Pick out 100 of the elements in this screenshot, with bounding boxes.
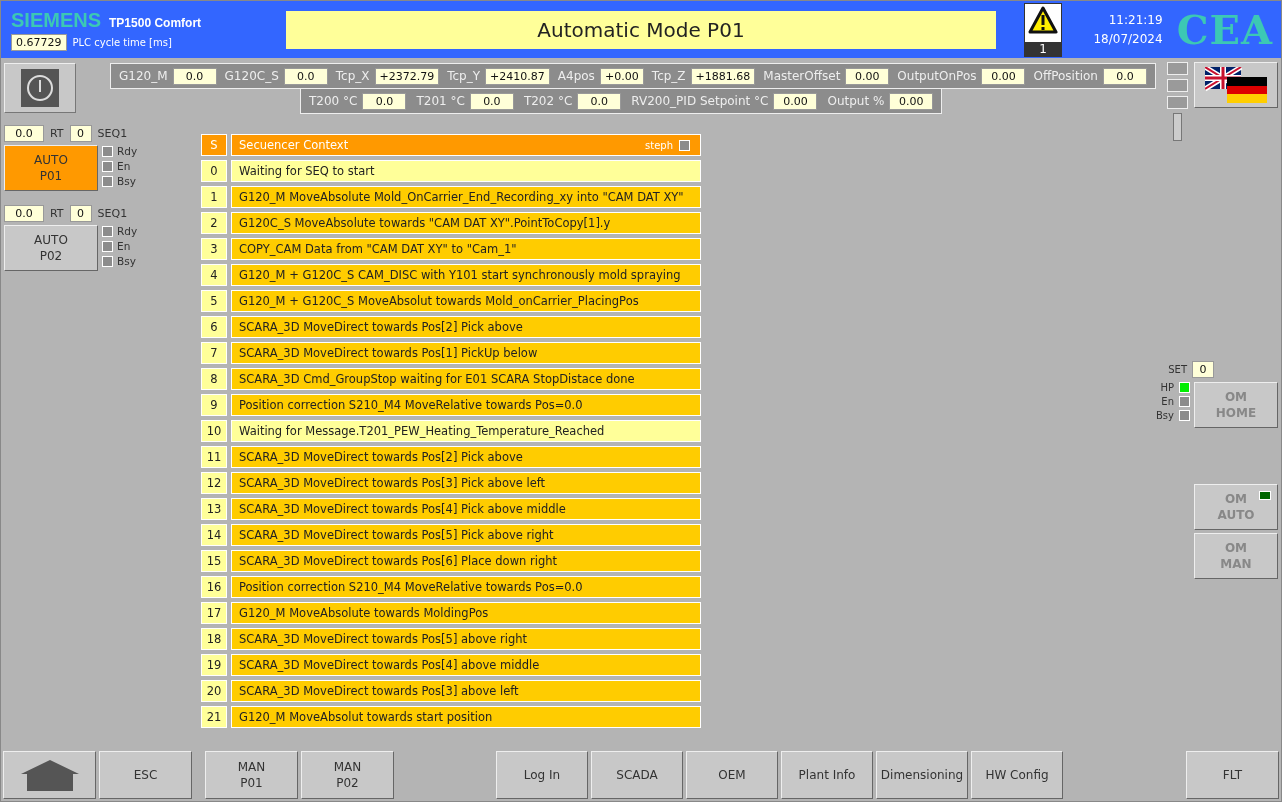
step-number: 1: [201, 186, 227, 208]
parameter-value: 0.00: [889, 92, 934, 110]
parameter-label: G120C_S: [224, 69, 279, 83]
nav-button[interactable]: Plant Info: [781, 751, 873, 799]
parameter-value: 0.00: [773, 92, 818, 110]
step-number: 5: [201, 290, 227, 312]
parameter-value: +2410.87: [485, 67, 550, 85]
nav-button[interactable]: ESC: [99, 751, 192, 799]
panel-model: TP1500 Comfort: [109, 15, 202, 30]
step-description: SCARA_3D MoveDirect towards Pos[4] above middle: [231, 654, 701, 676]
scroll-thumb[interactable]: [1173, 113, 1182, 141]
step-number: 10: [201, 420, 227, 442]
parameter-label: T200 °C: [309, 94, 358, 108]
step-number: 15: [201, 550, 227, 572]
alarm-count: 1: [1025, 41, 1061, 56]
parameter-label: T202 °C: [523, 94, 573, 108]
step-number: 6: [201, 316, 227, 338]
step-description: SCARA_3D MoveDirect towards Pos[3] above left: [231, 680, 701, 702]
parameter-value: +1881.68: [690, 67, 756, 85]
step-description: SCARA_3D MoveDirect towards Pos[2] Pick above: [231, 316, 701, 338]
step-number: 19: [201, 654, 227, 676]
step-number: 11: [201, 446, 227, 468]
sequence-value: 0: [69, 205, 92, 222]
nav-button[interactable]: OEM: [686, 751, 778, 799]
step-number: 3: [201, 238, 227, 260]
indicator-label: En: [1161, 396, 1174, 407]
step-number: 8: [201, 368, 227, 390]
runtime-label: RT: [50, 207, 64, 220]
alarm-indicator[interactable]: 1: [1024, 2, 1062, 57]
step-number: 21: [201, 706, 227, 728]
nav-button[interactable]: Log In: [496, 751, 588, 799]
warning-icon: [1028, 5, 1058, 34]
auto-program-button[interactable]: AUTO P02: [4, 225, 98, 271]
indicator-label: En: [117, 160, 131, 172]
runtime-label: RT: [50, 127, 64, 140]
step-description: SCARA_3D MoveDirect towards Pos[5] Pick above right: [231, 524, 701, 546]
parameter-value: 0.00: [981, 67, 1026, 85]
step-number: 18: [201, 628, 227, 650]
step-column-header: S: [201, 134, 227, 156]
screen-title: Automatic Mode P01: [286, 10, 996, 49]
company-logo: CEA: [1176, 6, 1273, 53]
flags-icon: [1205, 67, 1267, 103]
parameter-value: 0.0: [577, 92, 622, 110]
parameter-value: +0.00: [599, 67, 644, 85]
cycle-time-value: 0.67729: [11, 33, 67, 51]
step-number: 12: [201, 472, 227, 494]
step-description: Position correction S210_M4 MoveRelative towards Pos=0.0: [231, 394, 701, 416]
parameter-value: +2372.79: [374, 67, 440, 85]
nav-button[interactable]: Dimensioning: [876, 751, 968, 799]
step-number: 2: [201, 212, 227, 234]
indicator-label: Rdy: [117, 145, 138, 157]
step-description: Position correction S210_M4 MoveRelative towards Pos=0.0: [231, 576, 701, 598]
nav-button[interactable]: FLT: [1186, 751, 1279, 799]
user-checkbox[interactable]: [679, 139, 690, 151]
step-description: SCARA_3D Cmd_GroupStop waiting for E01 SCARA StopDistace done: [231, 368, 701, 390]
step-description: SCARA_3D MoveDirect towards Pos[3] Pick above left: [231, 472, 701, 494]
indicator-label: Bsy: [117, 175, 136, 187]
language-button[interactable]: [1194, 62, 1278, 108]
cycle-time-label: PLC cycle time [ms]: [72, 36, 172, 48]
nav-button[interactable]: SCADA: [591, 751, 683, 799]
set-label: SET: [1168, 364, 1187, 375]
step-number: 0: [201, 160, 227, 182]
step-description: G120_M + G120C_S CAM_DISC with Y101 start synchronously mold spraying: [231, 264, 701, 286]
home-button[interactable]: [3, 751, 96, 799]
step-description: G120_M + G120C_S MoveAbsolut towards Mold_onCarrier_PlacingPos: [231, 290, 701, 312]
nav-button[interactable]: MAN P01: [205, 751, 298, 799]
step-number: 4: [201, 264, 227, 286]
indicator-label: Bsy: [1156, 410, 1174, 421]
parameter-value: 0.0: [1102, 67, 1147, 85]
status-lamp: [1167, 96, 1188, 109]
nav-button[interactable]: HW Config: [971, 751, 1063, 799]
indicator-label: HP: [1160, 382, 1174, 393]
status-lamp: [1167, 62, 1188, 75]
power-button[interactable]: [4, 63, 76, 113]
clock-time: 11:21:19: [1107, 13, 1163, 27]
parameter-value: 0.00: [845, 67, 890, 85]
step-number: 13: [201, 498, 227, 520]
indicator-label: Bsy: [117, 255, 136, 267]
parameter-label: OffPosition: [1033, 69, 1098, 83]
step-description: SCARA_3D MoveDirect towards Pos[6] Place down right: [231, 550, 701, 572]
runtime-value: 0.0: [4, 205, 44, 222]
parameter-label: T201 °C: [416, 94, 465, 108]
parameter-label: RV200_PID Setpoint °C: [631, 94, 769, 108]
auto-program-button[interactable]: AUTO P01: [4, 145, 98, 191]
parameter-label: Output %: [827, 94, 885, 108]
context-column-header: Secuencer Context: [239, 138, 349, 152]
sequence-label: SEQ1: [97, 207, 128, 220]
parameter-value: 0.0: [469, 92, 514, 110]
sequence-label: SEQ1: [97, 127, 128, 140]
indicator-label: En: [117, 240, 131, 252]
step-description: COPY_CAM Data from "CAM DAT XY" to "Cam_1": [231, 238, 701, 260]
parameter-label: OutputOnPos: [897, 69, 977, 83]
step-number: 14: [201, 524, 227, 546]
nav-button[interactable]: MAN P02: [301, 751, 394, 799]
step-number: 16: [201, 576, 227, 598]
parameter-label: G120_M: [119, 69, 168, 83]
step-description: Waiting for SEQ to start: [231, 160, 701, 182]
step-description: Waiting for Message.T201_PEW_Heating_Temperature_Reached: [231, 420, 701, 442]
step-description: SCARA_3D MoveDirect towards Pos[2] Pick above: [231, 446, 701, 468]
user-label: steph: [645, 139, 673, 151]
